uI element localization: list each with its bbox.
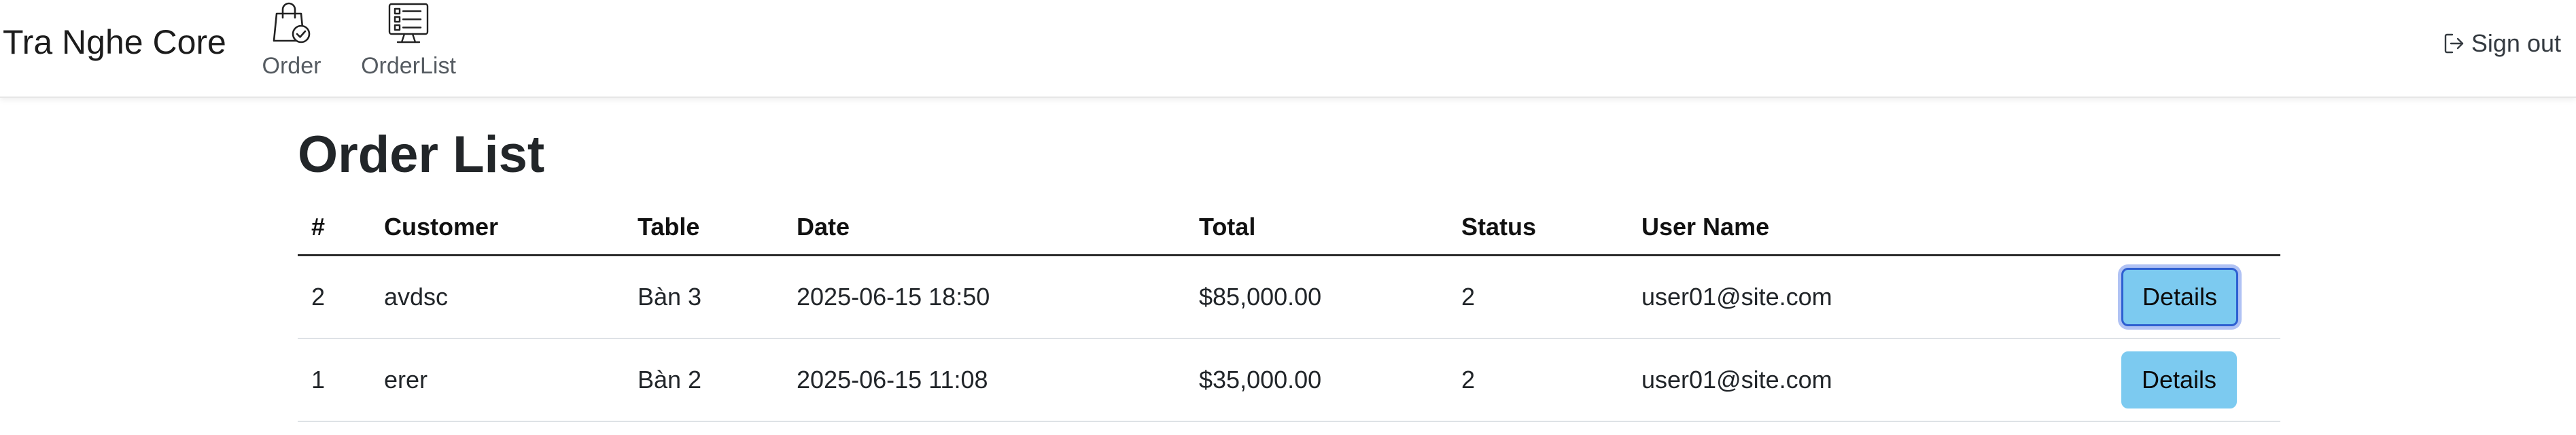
details-button[interactable]: Details [2121,351,2238,408]
column-header-number: # [298,200,370,256]
cell-date: 2025-06-15 18:50 [783,255,1185,339]
top-navbar: Tra Nghe Core Order OrderList Sign out [0,0,2576,98]
cell-table: Bàn 2 [624,338,783,422]
table-header-row: # Customer Table Date Total Status User … [298,200,2280,256]
sign-out-label: Sign out [2471,29,2561,57]
cell-actions: Details [2031,255,2280,339]
column-header-status: Status [1448,200,1628,256]
cell-customer: erer [370,338,624,422]
sign-out-icon [2444,33,2464,54]
cell-actions: Details [2031,338,2280,422]
table-row: 2 avdsc Bàn 3 2025-06-15 18:50 $85,000.0… [298,255,2280,339]
column-header-total: Total [1185,200,1448,256]
orders-table: # Customer Table Date Total Status User … [298,200,2280,422]
column-header-user-name: User Name [1628,200,2031,256]
nav-item-orderlist[interactable]: OrderList [358,0,459,97]
nav-item-order-label: Order [262,53,321,79]
details-button[interactable]: Details [2121,268,2239,326]
nav-item-orderlist-label: OrderList [361,53,456,79]
cell-user-name: user01@site.com [1628,338,2031,422]
column-header-table: Table [624,200,783,256]
column-header-actions [2031,200,2280,256]
cell-total: $85,000.00 [1185,255,1448,339]
table-row: 1 erer Bàn 2 2025-06-15 11:08 $35,000.00… [298,338,2280,422]
brand-title[interactable]: Tra Nghe Core [3,20,226,64]
order-list-icon [388,3,429,44]
cell-status: 2 [1448,255,1628,339]
shopping-bag-check-icon [273,2,311,44]
sign-out-link[interactable]: Sign out [2443,27,2561,60]
cell-number: 1 [298,338,370,422]
page-title: Order List [298,126,545,184]
nav-item-order[interactable]: Order [256,0,327,97]
cell-date: 2025-06-15 11:08 [783,338,1185,422]
cell-table: Bàn 3 [624,255,783,339]
column-header-date: Date [783,200,1185,256]
cell-status: 2 [1448,338,1628,422]
column-header-customer: Customer [370,200,624,256]
cell-total: $35,000.00 [1185,338,1448,422]
cell-user-name: user01@site.com [1628,255,2031,339]
cell-customer: avdsc [370,255,624,339]
cell-number: 2 [298,255,370,339]
